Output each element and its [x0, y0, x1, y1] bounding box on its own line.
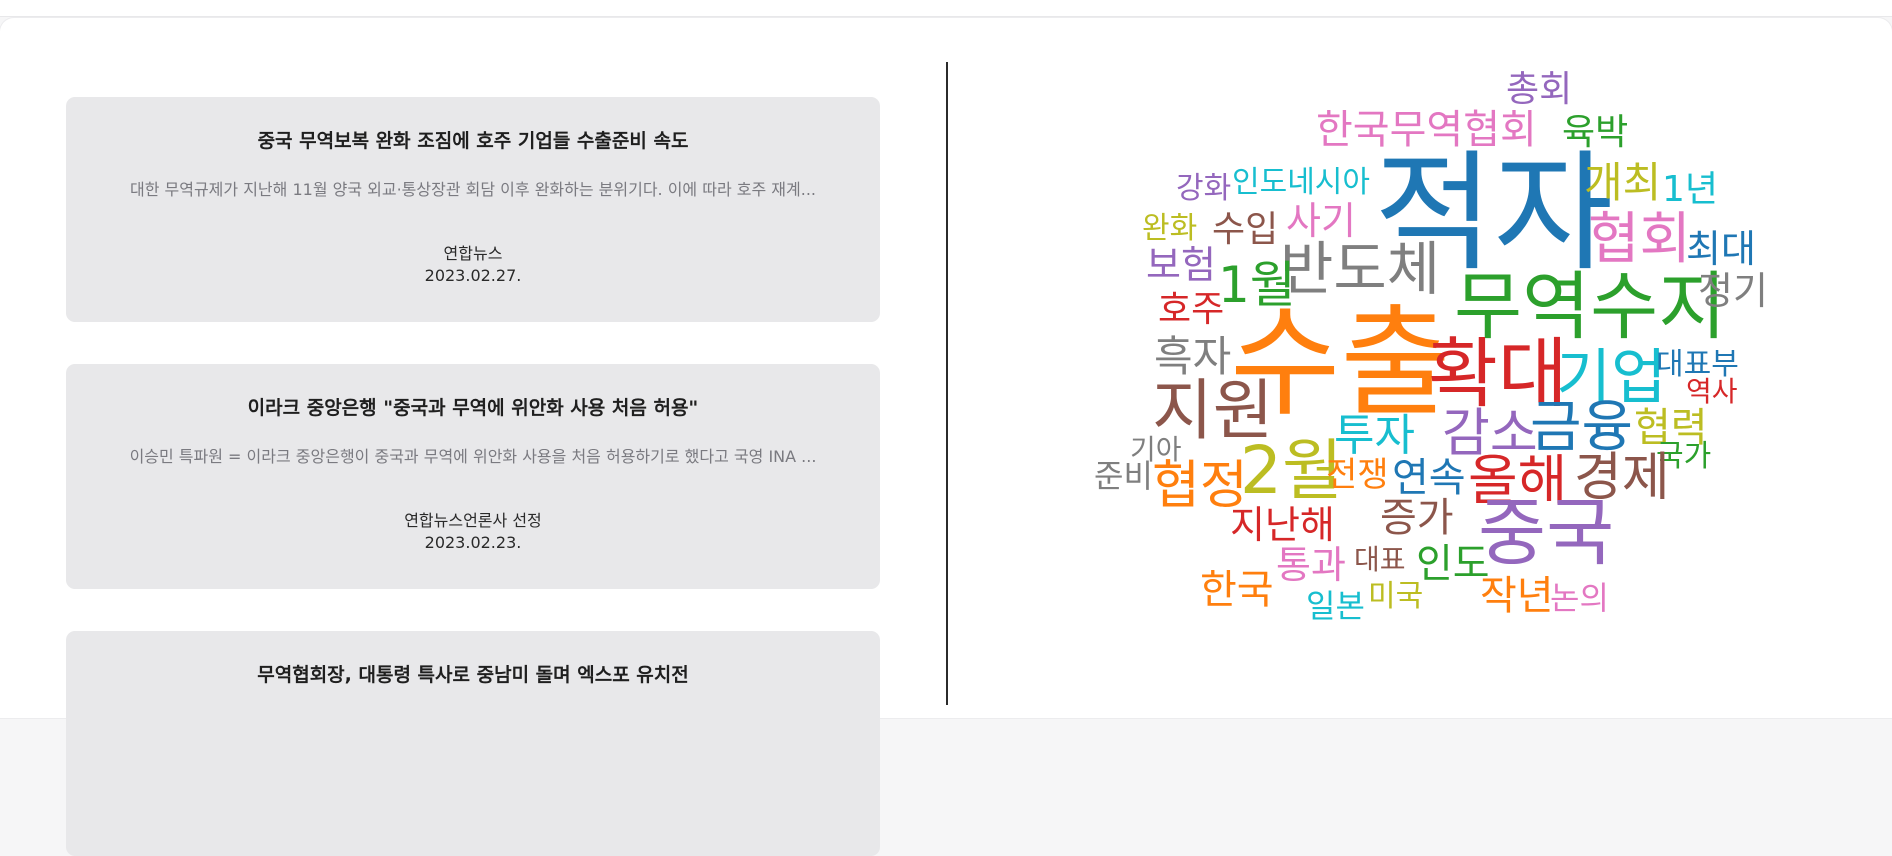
word-cloud-word: 완화: [1142, 211, 1198, 246]
word-cloud-word: 협회: [1588, 207, 1692, 272]
news-card[interactable]: 중국 무역보복 완화 조짐에 호주 기업들 수출준비 속도 대한 무역규제가 지…: [66, 97, 880, 322]
word-cloud: 총회 한국무역협회 육박 적자 개최 1년 강화 인도네시아 협회 최대 완화 수입 사기 보험 반도체 무역…: [1090, 60, 1770, 640]
word-cloud-word: 일본: [1306, 587, 1365, 625]
news-card[interactable]: 이라크 중앙은행 "중국과 무역에 위안화 사용 처음 허용" 이승민 특파원 …: [66, 364, 880, 589]
word-cloud-word: 정기: [1698, 269, 1768, 313]
news-source: 연합뉴스: [443, 244, 503, 263]
word-cloud-word: 인도네시아: [1232, 165, 1370, 200]
top-bar: [0, 0, 1892, 17]
word-cloud-word: 역사: [1686, 375, 1738, 408]
word-cloud-word: 인도: [1416, 541, 1490, 587]
panel-divider: [946, 62, 948, 705]
news-summary: 대한 무역규제가 지난해 11월 양국 외교·통상장관 회담 이후 완화하는 분…: [130, 180, 816, 199]
word-cloud-word: 연속: [1392, 455, 1466, 501]
word-cloud-word: 지난해: [1230, 503, 1335, 547]
news-date: 2023.02.27.: [424, 266, 522, 285]
word-cloud-word: 최대: [1686, 227, 1756, 271]
news-title[interactable]: 중국 무역보복 완화 조짐에 호주 기업들 수출준비 속도: [66, 126, 880, 153]
news-source: 연합뉴스언론사 선정: [404, 511, 542, 530]
word-cloud-word: 증가: [1380, 495, 1454, 541]
news-title[interactable]: 무역협회장, 대통령 특사로 중남미 돌며 엑스포 유치전: [66, 660, 880, 687]
news-title[interactable]: 이라크 중앙은행 "중국과 무역에 위안화 사용 처음 허용": [66, 393, 880, 420]
word-cloud-word: 미국: [1368, 579, 1424, 614]
word-cloud-word: 수입: [1212, 209, 1279, 250]
word-cloud-word: 강화: [1176, 171, 1232, 206]
word-cloud-word: 투자: [1334, 410, 1415, 461]
word-cloud-word: 개최: [1584, 158, 1662, 207]
word-cloud-word: 작년: [1480, 573, 1554, 619]
word-cloud-word: 총회: [1506, 69, 1573, 110]
word-cloud-word: 중국: [1478, 490, 1615, 576]
word-cloud-word: 1년: [1662, 169, 1719, 210]
word-cloud-word: 한국: [1200, 567, 1274, 613]
word-cloud-word: 반도체: [1280, 235, 1441, 303]
word-cloud-word: 준비: [1094, 457, 1153, 495]
word-cloud-word: 통과: [1276, 543, 1346, 587]
word-cloud-word: 대표: [1354, 543, 1406, 576]
word-cloud-word: 보험: [1146, 243, 1216, 287]
news-summary: 이승민 특파원 = 이라크 중앙은행이 중국과 무역에 위안화 사용을 처음 허…: [129, 447, 817, 466]
word-cloud-word: 논의: [1550, 579, 1609, 617]
word-cloud-word: 전쟁: [1326, 455, 1389, 495]
news-date: 2023.02.23.: [424, 533, 522, 552]
news-card[interactable]: 무역협회장, 대통령 특사로 중남미 돌며 엑스포 유치전: [66, 631, 880, 856]
word-cloud-word: 호주: [1158, 289, 1225, 330]
